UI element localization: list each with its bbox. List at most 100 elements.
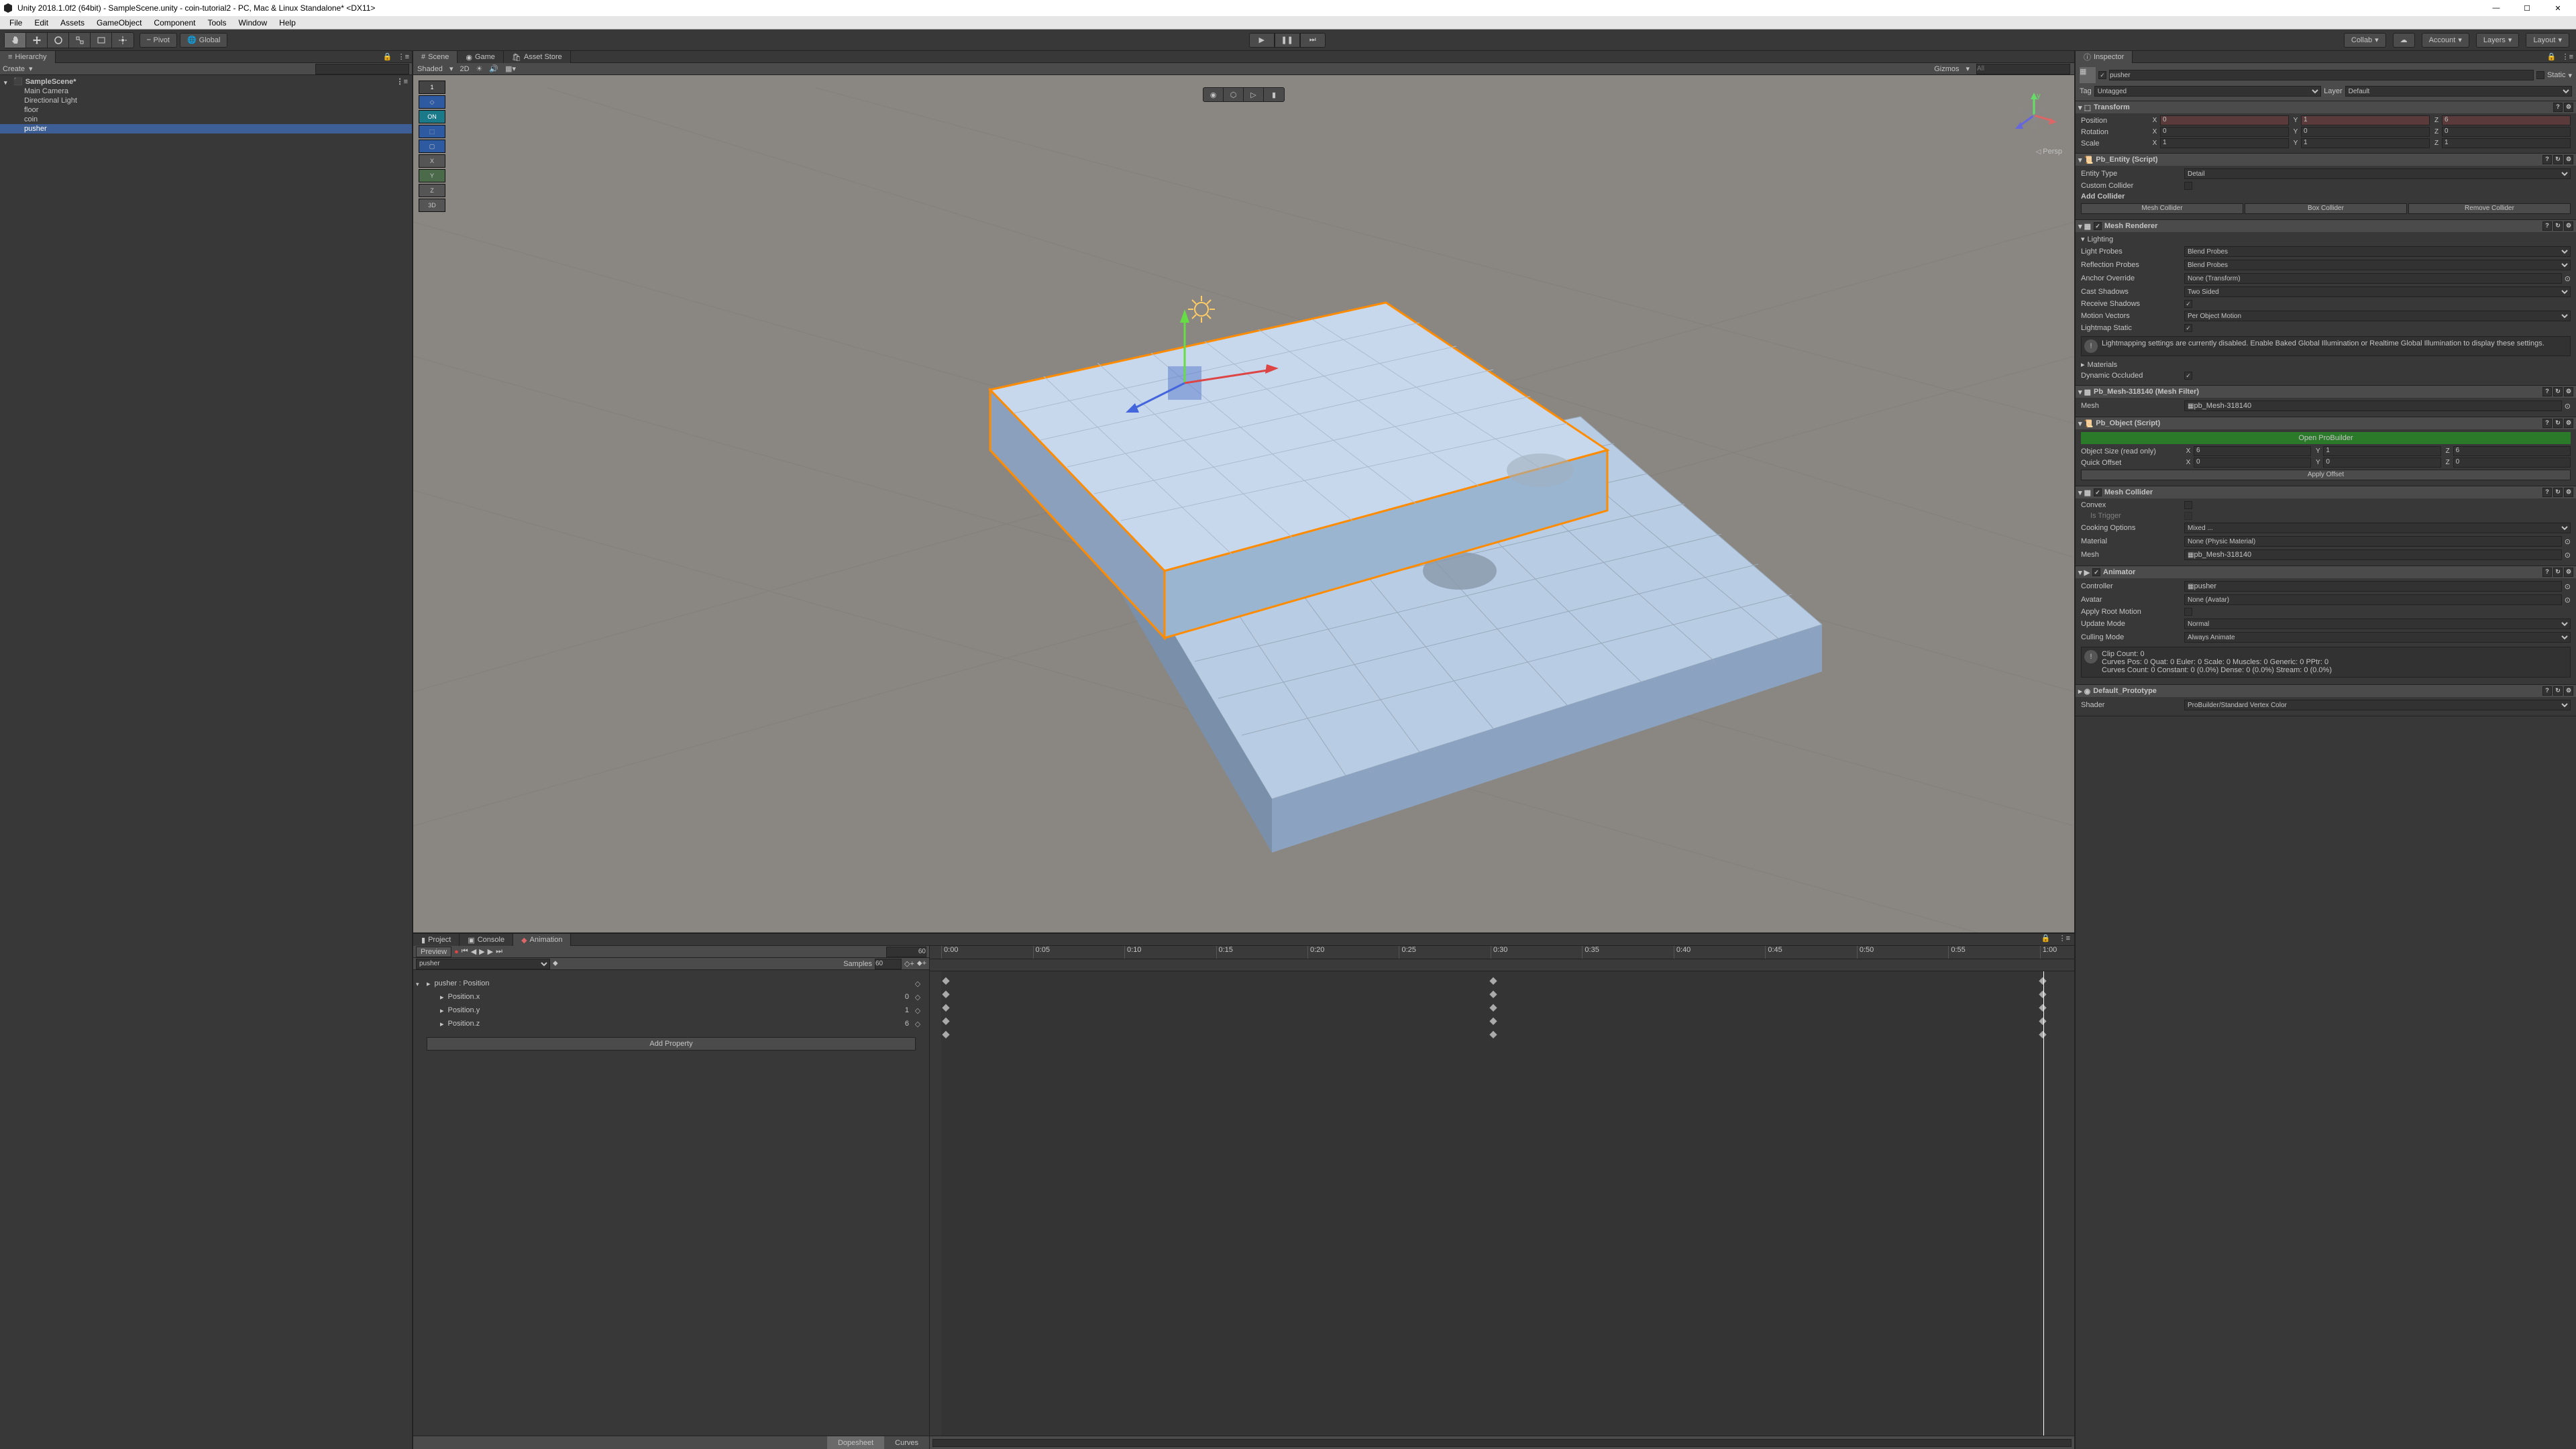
object-picker-icon[interactable]: ⊙ (2565, 582, 2571, 591)
collider-mesh-field[interactable]: ▦ pb_Mesh-318140 (2184, 549, 2562, 560)
component-reset-icon[interactable]: ↻ (2553, 155, 2563, 164)
component-reset-icon[interactable]: ↻ (2553, 488, 2563, 497)
account-dropdown[interactable]: Account ▾ (2422, 33, 2469, 48)
last-frame-button[interactable]: ⏭ (496, 947, 502, 956)
overlay-btn-4[interactable]: ▮ (1264, 88, 1284, 101)
hierarchy-menu-icon[interactable]: ⋮≡ (395, 52, 412, 61)
keyframe-nav[interactable]: ◇ (913, 1020, 922, 1028)
update-mode-dropdown[interactable]: Normal (2184, 619, 2571, 629)
tag-dropdown[interactable]: Untagged (2094, 86, 2321, 97)
menu-component[interactable]: Component (148, 17, 201, 29)
scale-tool[interactable] (69, 33, 91, 48)
lighting-toggle[interactable]: ☀ (476, 64, 483, 73)
component-help-icon[interactable]: ? (2542, 686, 2552, 696)
foldout-icon[interactable] (416, 980, 423, 987)
component-settings-icon[interactable]: ⚙ (2564, 488, 2573, 497)
collab-dropdown[interactable]: Collab ▾ (2344, 33, 2386, 48)
pivot-toggle[interactable]: ⎯ Pivot (140, 33, 177, 48)
record-button[interactable]: ● (454, 948, 459, 956)
scale-z[interactable]: 1 (2442, 138, 2571, 148)
inspector-lock-icon[interactable]: 🔒 (2544, 52, 2559, 61)
hierarchy-item[interactable]: Directional Light (0, 96, 412, 105)
layers-dropdown[interactable]: Layers ▾ (2476, 33, 2520, 48)
console-tab[interactable]: ▣ Console (460, 934, 513, 946)
component-reset-icon[interactable]: ↻ (2553, 419, 2563, 428)
object-picker-icon[interactable]: ⊙ (2565, 596, 2571, 604)
component-header[interactable]: ▾ 📜 Pb_Object (Script) ?↻⚙ (2076, 417, 2576, 429)
component-header[interactable]: ▸ ◉ Default_Prototype ?↻⚙ (2076, 685, 2576, 697)
entity-type-dropdown[interactable]: Detail (2184, 168, 2571, 179)
object-picker-icon[interactable]: ⊙ (2565, 551, 2571, 559)
hand-tool[interactable] (5, 33, 26, 48)
keyframe[interactable] (2039, 1018, 2046, 1025)
keyframe[interactable] (2039, 1004, 2046, 1012)
component-help-icon[interactable]: ? (2542, 155, 2552, 164)
component-settings-icon[interactable]: ⚙ (2564, 387, 2573, 396)
component-settings-icon[interactable]: ⚙ (2564, 419, 2573, 428)
foldout-icon[interactable] (4, 78, 11, 85)
receive-shadows-checkbox[interactable]: ✓ (2184, 300, 2192, 308)
pb-btn-z[interactable]: Z (419, 184, 445, 197)
pos-z[interactable]: 6 (2442, 115, 2571, 125)
layout-dropdown[interactable]: Layout ▾ (2526, 33, 2569, 48)
reflection-probes-dropdown[interactable]: Blend Probes (2184, 260, 2571, 270)
rect-tool[interactable] (91, 33, 112, 48)
hierarchy-tab[interactable]: ≡ Hierarchy (0, 51, 56, 63)
pb-btn-vertex[interactable]: ⬚ (419, 125, 445, 138)
scene-tab[interactable]: # Scene (413, 51, 458, 63)
keyframe[interactable] (2039, 977, 2046, 985)
apply-offset-button[interactable]: Apply Offset (2081, 470, 2571, 480)
component-help-icon[interactable]: ? (2542, 488, 2552, 497)
component-header[interactable]: ▾ ▦ ✓ Mesh Collider ?↻⚙ (2076, 486, 2576, 498)
inspector-menu-icon[interactable]: ⋮≡ (2559, 52, 2576, 61)
game-tab[interactable]: ◉ Game (458, 51, 504, 63)
hierarchy-item[interactable]: floor (0, 105, 412, 115)
inspector-tab[interactable]: ⓘ Inspector (2076, 51, 2133, 63)
lightmap-static-checkbox[interactable]: ✓ (2184, 324, 2192, 332)
object-picker-icon[interactable]: ⊙ (2565, 537, 2571, 546)
component-help-icon[interactable]: ? (2542, 387, 2552, 396)
light-probes-dropdown[interactable]: Blend Probes (2184, 246, 2571, 257)
preview-toggle[interactable]: Preview (416, 947, 451, 957)
menu-assets[interactable]: Assets (55, 17, 90, 29)
maximize-button[interactable]: ☐ (2512, 0, 2542, 16)
gameobject-name-field[interactable] (2109, 70, 2534, 80)
component-help-icon[interactable]: ? (2553, 103, 2563, 112)
object-picker-icon[interactable]: ⊙ (2565, 402, 2571, 411)
shading-mode[interactable]: Shaded (417, 65, 443, 73)
pb-btn-edge[interactable]: ▢ (419, 140, 445, 153)
layer-dropdown[interactable]: Default (2345, 86, 2572, 97)
2d-toggle[interactable]: 2D (460, 65, 469, 73)
component-reset-icon[interactable]: ↻ (2553, 686, 2563, 696)
pb-btn-object[interactable]: ◇ (419, 95, 445, 109)
dynamic-occluded-checkbox[interactable]: ✓ (2184, 372, 2192, 380)
pb-btn-1[interactable]: 1 (419, 80, 445, 94)
cloud-button[interactable]: ☁ (2393, 33, 2415, 48)
apply-root-motion-checkbox[interactable] (2184, 608, 2192, 616)
project-tab[interactable]: ▮ Project (413, 934, 460, 946)
property-row[interactable]: ▸Position.x 0 ◇ (413, 990, 929, 1004)
static-checkbox[interactable] (2536, 71, 2544, 79)
gameobject-active-checkbox[interactable]: ✓ (2098, 71, 2106, 79)
scene-search[interactable] (1976, 64, 2070, 74)
motion-vectors-dropdown[interactable]: Per Object Motion (2184, 311, 2571, 321)
component-reset-icon[interactable]: ↻ (2553, 568, 2563, 577)
menu-gameobject[interactable]: GameObject (91, 17, 147, 29)
prev-frame-button[interactable]: ◀ (471, 947, 476, 956)
avatar-field[interactable]: None (Avatar) (2184, 594, 2562, 605)
hierarchy-search[interactable] (315, 64, 409, 74)
convex-checkbox[interactable] (2184, 501, 2192, 509)
component-settings-icon[interactable]: ⚙ (2564, 221, 2573, 231)
scene-root[interactable]: ⬛ SampleScene*⋮≡ (0, 76, 412, 87)
asset-store-tab[interactable]: 🛍 Asset Store (504, 51, 571, 63)
overlay-btn-3[interactable]: ▷ (1244, 88, 1264, 101)
anchor-override-field[interactable]: None (Transform) (2184, 273, 2562, 284)
curves-tab[interactable]: Curves (884, 1436, 929, 1449)
animation-tab[interactable]: ◆ Animation (513, 934, 571, 946)
custom-collider-checkbox[interactable] (2184, 182, 2192, 190)
component-help-icon[interactable]: ? (2542, 221, 2552, 231)
object-picker-icon[interactable]: ⊙ (2565, 274, 2571, 283)
audio-toggle[interactable]: 🔊 (489, 64, 498, 73)
cast-shadows-dropdown[interactable]: Two Sided (2184, 286, 2571, 297)
panel-menu-icon[interactable]: ⋮≡ (2055, 934, 2074, 945)
